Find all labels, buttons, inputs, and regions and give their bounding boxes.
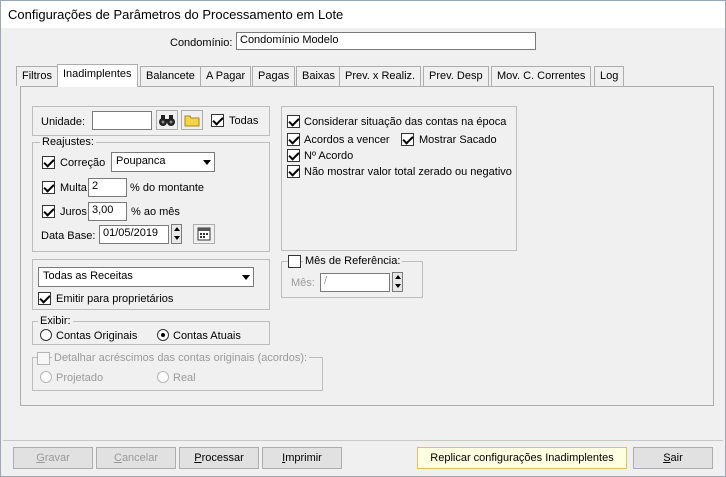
emitir-label: Emitir para proprietários [56, 293, 174, 305]
multa-suffix: % do montante [130, 182, 204, 194]
processar-button[interactable]: Processar [179, 447, 259, 469]
multa-input[interactable]: 2 [88, 178, 127, 197]
unidade-label: Unidade: [41, 116, 86, 128]
acordos-label: Acordos a vencer [304, 134, 390, 146]
processar-label: rocessar [201, 452, 244, 464]
juros-checkbox[interactable] [42, 205, 55, 218]
database-spinner[interactable] [171, 224, 182, 244]
sair-accel: S [663, 452, 671, 464]
contas-atuais-label: Contas Atuais [173, 330, 241, 342]
tab-log[interactable]: Log [594, 66, 625, 86]
juros-input[interactable]: 3,00 [88, 202, 127, 221]
acordos-checkbox[interactable] [287, 133, 300, 146]
detalhar-checkbox[interactable] [37, 352, 50, 365]
window-title: Configurações de Parâmetros do Processam… [8, 7, 344, 22]
tab-inadimplentes[interactable]: Inadimplentes [57, 64, 138, 87]
folder-button[interactable] [181, 110, 203, 130]
spin-up-icon[interactable] [393, 273, 402, 282]
mesref-checkbox[interactable] [288, 255, 301, 268]
tab-pagas[interactable]: Pagas [252, 66, 296, 86]
naomostrar-checkbox[interactable] [287, 165, 300, 178]
bottom-separator [3, 440, 723, 441]
real-radio[interactable] [157, 371, 169, 383]
reajustes-legend: Reajustes: [40, 136, 96, 148]
sacado-label: Mostrar Sacado [419, 134, 497, 146]
correcao-label: Correção [60, 157, 106, 169]
unidade-input[interactable] [92, 111, 152, 130]
considerar-label: Considerar situação das contas na época [304, 116, 507, 128]
contas-originais-radio[interactable] [40, 329, 52, 341]
sair-label: air [670, 452, 683, 464]
condominio-field[interactable]: Condomínio Modelo [236, 32, 536, 50]
tab-balancete[interactable]: Balancete [140, 66, 201, 86]
tab-a-pagar[interactable]: A Pagar [200, 66, 252, 86]
correcao-select[interactable]: Poupanca [111, 152, 215, 172]
gravar-accel: G [36, 452, 45, 464]
receitas-select[interactable]: Todas as Receitas [38, 267, 254, 287]
correcao-checkbox[interactable] [42, 156, 55, 169]
calendar-button[interactable] [193, 224, 215, 244]
nacordo-checkbox[interactable] [287, 149, 300, 162]
mesref-legend: Mês de Referência: [303, 255, 403, 267]
real-label: Real [173, 372, 196, 384]
sair-button[interactable]: Sair [633, 447, 713, 469]
naomostrar-label: Não mostrar valor total zerado ou negati… [304, 166, 512, 178]
database-input[interactable]: 01/05/2019 [99, 225, 169, 244]
cancelar-accel: C [113, 452, 122, 464]
tab-mov-c-correntes[interactable]: Mov. C. Correntes [491, 66, 592, 86]
imprimir-button[interactable]: Imprimir [262, 447, 342, 469]
gravar-button[interactable]: Gravar [13, 447, 93, 469]
exibir-legend: Exibir: [38, 315, 73, 327]
considerar-checkbox[interactable] [287, 115, 300, 128]
tab-baixas[interactable]: Baixas [296, 66, 342, 86]
condominio-label: Condomínio: [170, 37, 233, 49]
spin-down-icon[interactable] [393, 282, 402, 291]
database-label: Data Base: [41, 230, 96, 242]
todas-checkbox[interactable] [211, 114, 224, 127]
title-bar: Configurações de Parâmetros do Processam… [0, 0, 726, 28]
todas-label: Todas [229, 115, 259, 127]
spin-up-icon[interactable] [172, 225, 181, 234]
search-button[interactable] [156, 110, 178, 130]
cancelar-button[interactable]: Cancelar [96, 447, 176, 469]
projetado-radio[interactable] [40, 371, 52, 383]
tab-filtros[interactable]: Filtros [16, 66, 58, 86]
chevron-down-icon [236, 268, 253, 286]
projetado-label: Projetado [56, 372, 104, 384]
spin-down-icon[interactable] [172, 234, 181, 243]
sacado-checkbox[interactable] [401, 133, 414, 146]
cancelar-label: ancelar [121, 452, 159, 464]
imprimir-label: mprimir [285, 452, 322, 464]
tab-prev-desp[interactable]: Prev. Desp [423, 66, 489, 86]
contas-originais-label: Contas Originais [56, 330, 138, 342]
contas-atuais-radio[interactable] [157, 329, 169, 341]
multa-label: Multa [60, 182, 87, 194]
mes-input[interactable]: / [320, 273, 390, 292]
replicar-button[interactable]: Replicar configurações Inadimplentes [417, 447, 627, 469]
processar-accel: P [194, 452, 202, 464]
binoculars-icon [159, 115, 175, 126]
calendar-icon [197, 227, 211, 241]
receitas-select-value: Todas as Receitas [43, 270, 133, 282]
mes-spinner[interactable] [392, 272, 403, 292]
correcao-select-value: Poupanca [116, 155, 166, 167]
mes-label: Mês: [291, 277, 315, 289]
multa-checkbox[interactable] [42, 181, 55, 194]
gravar-label: ravar [44, 452, 70, 464]
tab-prev-x-realiz[interactable]: Prev. x Realiz. [339, 66, 422, 86]
juros-suffix: % ao mês [131, 206, 180, 218]
folder-icon [184, 115, 200, 127]
nacordo-label: Nº Acordo [304, 150, 354, 162]
chevron-down-icon [197, 153, 214, 171]
emitir-checkbox[interactable] [38, 292, 51, 305]
detalhar-legend: Detalhar acréscimos das contas originais… [52, 352, 310, 364]
juros-label: Juros [60, 206, 87, 218]
